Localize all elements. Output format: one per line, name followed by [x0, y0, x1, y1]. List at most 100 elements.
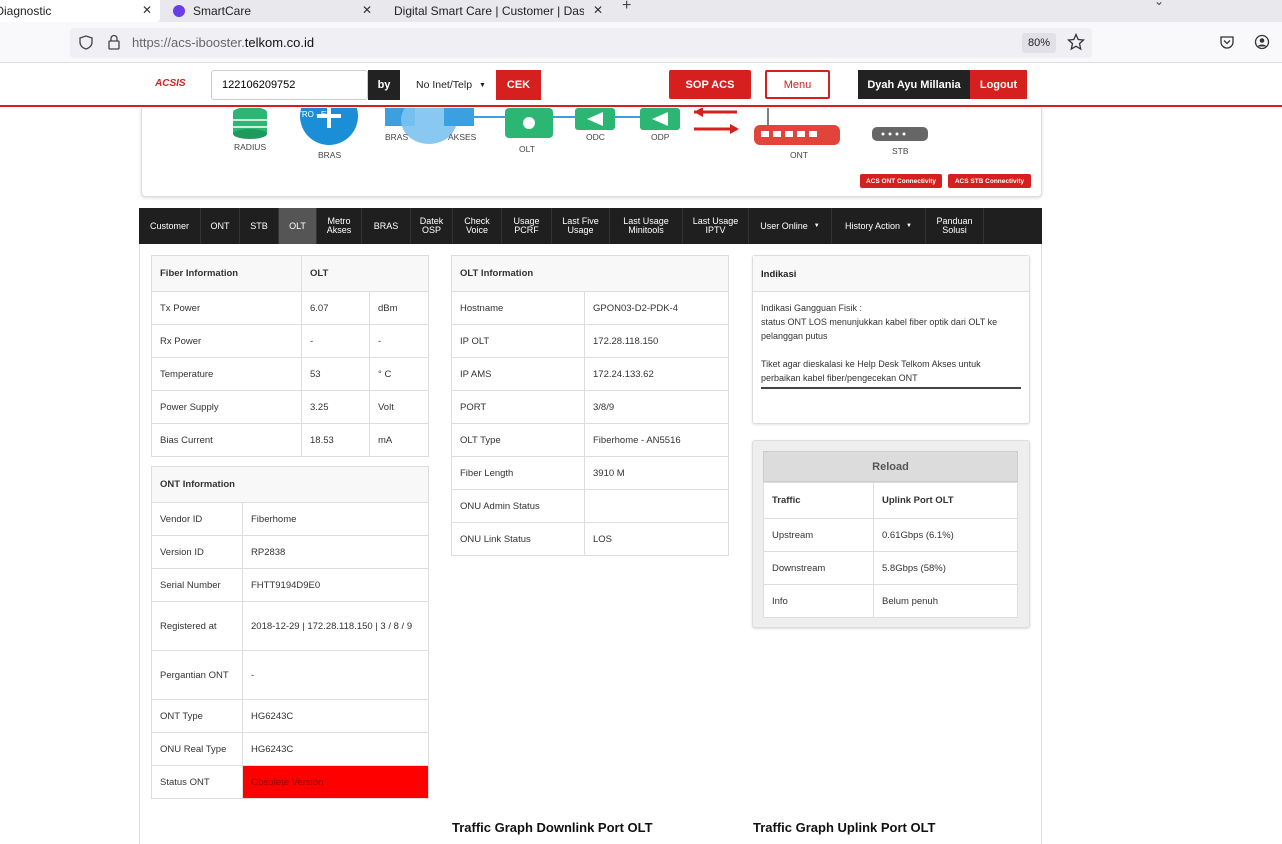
row-value: GPON03-D2-PDK-4	[584, 291, 729, 325]
status-ont-badge: Obsolete Version	[242, 765, 429, 799]
table-row: Bias Current 18.53 mA	[151, 423, 429, 457]
close-icon[interactable]: ✕	[362, 3, 372, 17]
search-type-select[interactable]: No Inet/Telp ▼	[406, 70, 494, 100]
table-row: Upstream 0.61Gbps (6.1%)	[763, 518, 1018, 552]
tab-metro-akses[interactable]: Metro Akses	[317, 208, 362, 244]
fiber-header-label: Fiber Information	[151, 255, 302, 292]
search-type-value: No Inet/Telp	[416, 79, 473, 91]
table-row: Hostname GPON03-D2-PDK-4	[451, 291, 729, 325]
acs-ont-connectivity-button[interactable]: ACS ONT Connectivity	[860, 174, 942, 188]
acsis-logo: ACSIS	[155, 78, 186, 89]
table-row: IP OLT 172.28.118.150	[451, 324, 729, 358]
row-unit: Volt	[369, 390, 429, 424]
table-row: ONU Admin Status	[451, 489, 729, 523]
logout-button[interactable]: Logout	[970, 70, 1027, 99]
user-name[interactable]: Dyah Ayu Millania	[858, 70, 970, 99]
bookmark-star-icon[interactable]	[1067, 33, 1085, 51]
table-row: Registered at 2018-12-29 | 172.28.118.150…	[151, 601, 429, 651]
by-button[interactable]: by	[368, 70, 400, 100]
tab-label: History Action	[845, 220, 901, 231]
row-label: PORT	[451, 390, 585, 424]
new-tab-button[interactable]: +	[622, 0, 631, 15]
ont-header: ONT Information	[151, 466, 429, 503]
bras-label: BRAS	[318, 150, 342, 160]
table-row: IP AMS 172.24.133.62	[451, 357, 729, 391]
tab-olt[interactable]: OLT	[279, 208, 317, 244]
tab-history-action[interactable]: History Action ▼	[832, 208, 926, 244]
odc-label: ODC	[586, 132, 605, 142]
row-value: RP2838	[242, 535, 429, 569]
tab-usage-pcrf[interactable]: Usage PCRF	[502, 208, 552, 244]
ont-modem-icon	[754, 108, 840, 145]
table-row: ONU Link Status LOS	[451, 522, 729, 556]
traffic-table: Traffic Uplink Port OLT Upstream 0.61Gbps …	[763, 482, 1018, 618]
row-unit: -	[369, 324, 429, 358]
table-row: ONU Real Type HG6243C	[151, 732, 429, 766]
row-value: Belum penuh	[873, 584, 1018, 618]
menu-button[interactable]: Menu	[765, 70, 830, 99]
browser-tab-diagnostic[interactable]: - Diagnostic ✕	[0, 0, 160, 22]
row-label: Power Supply	[151, 390, 302, 424]
url-prefix: https://acs-ibooster.	[132, 35, 245, 50]
smartcare-favicon-icon	[173, 5, 185, 17]
cek-button[interactable]: CEK	[496, 70, 541, 100]
zoom-level[interactable]: 80%	[1022, 33, 1056, 53]
radius-icon	[233, 108, 267, 139]
row-value: -	[301, 324, 370, 358]
tab-last-usage-iptv[interactable]: Last Usage IPTV	[683, 208, 749, 244]
close-icon[interactable]: ✕	[142, 3, 152, 17]
row-label: Status ONT	[151, 765, 243, 799]
odc-icon	[575, 108, 640, 130]
indikasi-panel: Indikasi Indikasi Gangguan Fisik : statu…	[752, 255, 1030, 424]
row-value: 2018-12-29 | 172.28.118.150 | 3 / 8 / 9	[242, 601, 429, 651]
url-text[interactable]: https://acs-ibooster.telkom.co.id	[132, 35, 314, 50]
tab-datek-osp[interactable]: Datek OSP	[411, 208, 453, 244]
ont-info-table: ONT Information Vendor ID Fiberhome Versi…	[151, 466, 429, 799]
tab-check-voice[interactable]: Check Voice	[453, 208, 502, 244]
row-label: Tx Power	[151, 291, 302, 325]
row-value: 172.28.118.150	[584, 324, 729, 358]
tab-label: User Online	[760, 220, 808, 231]
tab-bras[interactable]: BRAS	[362, 208, 411, 244]
tab-last-five-usage[interactable]: Last Five Usage	[552, 208, 610, 244]
sop-acs-button[interactable]: SOP ACS	[669, 70, 751, 99]
olt-header: OLT Information	[451, 255, 729, 292]
row-label: Info	[763, 584, 874, 618]
indikasi-body: Indikasi Gangguan Fisik : status ONT LOS…	[753, 292, 1029, 398]
app-header	[0, 63, 1282, 107]
acs-stb-connectivity-button[interactable]: ACS STB Connectivity	[948, 174, 1031, 188]
browser-tab-smartcare[interactable]: SmartCare ✕	[165, 0, 380, 22]
close-icon[interactable]: ✕	[593, 3, 603, 17]
tab-ont[interactable]: ONT	[201, 208, 240, 244]
row-value: 172.24.133.62	[584, 357, 729, 391]
indikasi-line: status ONT LOS menunjukkan kabel fiber o…	[761, 317, 998, 341]
account-icon[interactable]	[1254, 34, 1270, 50]
lock-icon[interactable]	[107, 34, 121, 50]
indikasi-line: Indikasi Gangguan Fisik :	[761, 303, 863, 313]
browser-tab-dashboard[interactable]: Digital Smart Care | Customer | Dash ✕	[386, 0, 611, 22]
caret-down-icon: ▼	[813, 222, 820, 229]
reload-button[interactable]: Reload	[763, 451, 1018, 482]
shield-icon[interactable]	[79, 35, 93, 50]
table-row: Vendor ID Fiberhome	[151, 502, 429, 536]
tab-last-usage-minitools[interactable]: Last Usage Minitools	[610, 208, 683, 244]
row-value: 5.8Gbps (58%)	[873, 551, 1018, 585]
tab-list-chevron-icon[interactable]: ⌄	[1154, 0, 1164, 8]
tab-panduan-solusi[interactable]: Panduan Solusi	[926, 208, 984, 244]
row-value: HG6243C	[242, 732, 429, 766]
odp-label: ODP	[651, 132, 670, 142]
radius-label: RADIUS	[234, 142, 267, 152]
row-label: IP AMS	[451, 357, 585, 391]
pocket-icon[interactable]	[1219, 34, 1235, 50]
row-label: Hostname	[451, 291, 585, 325]
tab-stb[interactable]: STB	[240, 208, 279, 244]
fiber-info-table: Fiber Information OLT Tx Power 6.07 dBm Rx …	[151, 255, 429, 457]
row-label: ONU Real Type	[151, 732, 243, 766]
tab-user-online[interactable]: User Online ▼	[749, 208, 832, 244]
row-label: Registered at	[151, 601, 243, 651]
row-label: ONT Type	[151, 699, 243, 733]
row-label: Serial Number	[151, 568, 243, 602]
olt-label: OLT	[519, 144, 535, 154]
search-input[interactable]	[211, 70, 368, 100]
tab-customer[interactable]: Customer	[139, 208, 201, 244]
